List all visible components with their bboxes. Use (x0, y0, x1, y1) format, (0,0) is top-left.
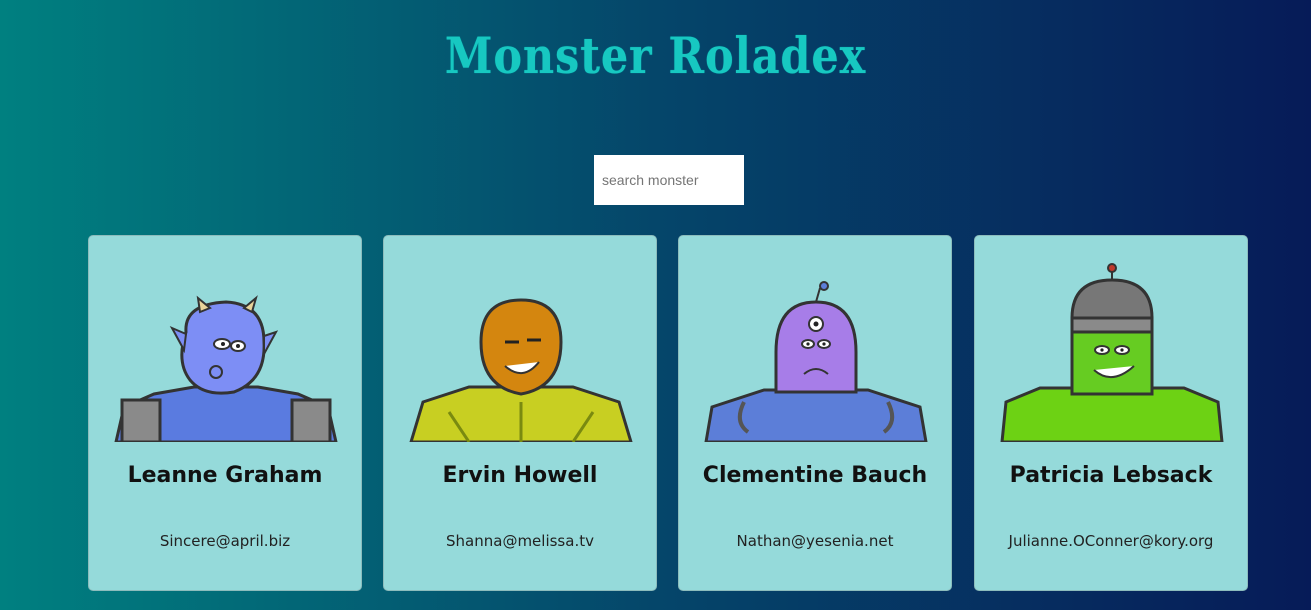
monster-email: Sincere@april.biz (159, 532, 291, 550)
monster-card[interactable]: Ervin Howell Shanna@melissa.tv (383, 235, 657, 591)
monster-card[interactable]: Leanne Graham Sincere@april.biz (88, 235, 362, 591)
page-title: Monster Roladex (444, 26, 867, 85)
monster-name: Clementine Bauch (702, 463, 928, 488)
monster-name: Leanne Graham (127, 463, 323, 488)
monster-name: Patricia Lebsack (1009, 463, 1213, 488)
monster-avatar (409, 298, 633, 442)
monster-name: Ervin Howell (442, 463, 598, 488)
monster-avatar (704, 281, 928, 442)
card-list: Leanne Graham Sincere@april.biz Ervin Ho… (88, 235, 1250, 592)
monster-card[interactable]: Clementine Bauch Nathan@yesenia.net (678, 235, 952, 591)
search-input[interactable] (594, 155, 744, 205)
monster-email: Shanna@melissa.tv (446, 532, 594, 550)
monster-avatar (1000, 263, 1224, 442)
monster-email: Nathan@yesenia.net (736, 532, 894, 550)
monster-avatar (114, 295, 338, 442)
monster-card[interactable]: Patricia Lebsack Julianne.OConner@kory.o… (974, 235, 1248, 591)
monster-email: Julianne.OConner@kory.org (1008, 532, 1214, 550)
